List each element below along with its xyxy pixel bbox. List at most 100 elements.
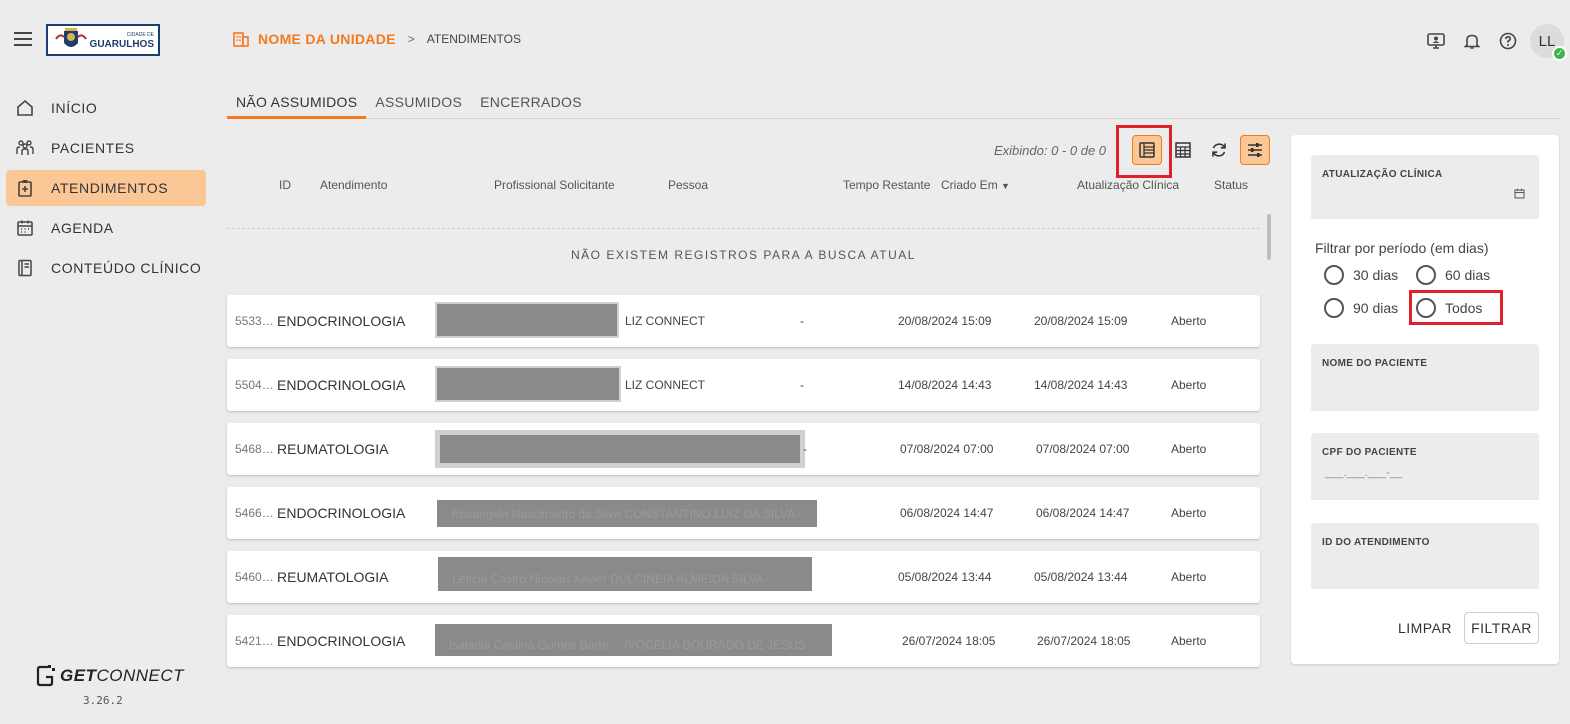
row-id: 5466…: [235, 506, 274, 520]
row-criado-em: 14/08/2024 14:43: [898, 378, 992, 392]
radio-90-dias[interactable]: 90 dias: [1324, 298, 1398, 318]
empty-message: NÃO EXISTEM REGISTROS PARA A BUSCA ATUAL: [571, 248, 916, 262]
scrollbar[interactable]: [1267, 214, 1271, 260]
building-icon: [233, 32, 249, 47]
sliders-icon: [1248, 143, 1262, 157]
tab-nao-assumidos[interactable]: NÃO ASSUMIDOS: [227, 88, 367, 119]
app-version: 3.26.2: [83, 694, 123, 707]
redacted-text: Isabella Cristina Gomes Barre… IVOCELIA …: [449, 638, 814, 652]
table-row[interactable]: 5421… ENDOCRINOLOGIA Isabella Cristina G…: [227, 615, 1260, 667]
row-status: Aberto: [1171, 378, 1207, 392]
column-header-criado-em[interactable]: Criado Em ▼: [941, 178, 1010, 192]
row-atualizacao: 07/08/2024 07:00: [1036, 442, 1130, 456]
table-row[interactable]: 5533… ENDOCRINOLOGIA LIZ CONNECT - 20/08…: [227, 295, 1260, 347]
help-icon: [1499, 32, 1517, 50]
column-header-status[interactable]: Status: [1214, 178, 1248, 192]
pagination-summary: Exibindo: 0 - 0 de 0: [994, 143, 1107, 158]
city-logo: CIDADE DE GUARULHOS: [46, 24, 160, 56]
redaction-block: Isabella Cristina Gomes Barre… IVOCELIA …: [435, 624, 832, 656]
calendar-icon[interactable]: [1514, 188, 1525, 199]
column-header-profissional[interactable]: Profissional Solicitante: [494, 178, 615, 192]
column-header-pessoa[interactable]: Pessoa: [668, 178, 708, 192]
row-id: 5468…: [235, 442, 274, 456]
help-button[interactable]: [1490, 25, 1526, 57]
unit-name[interactable]: NOME DA UNIDADE: [258, 31, 396, 47]
redacted-text: Letícia Castro Nicolau Xavier DULCINEIA …: [452, 572, 771, 586]
sidebar-item-pacientes[interactable]: PACIENTES: [6, 130, 206, 166]
id-atendimento-field[interactable]: ID DO ATENDIMENTO: [1311, 523, 1539, 589]
radio-circle: [1324, 265, 1344, 285]
refresh-button[interactable]: [1204, 135, 1234, 165]
sidebar-item-label: ATENDIMENTOS: [51, 180, 169, 196]
row-atendimento: ENDOCRINOLOGIA: [277, 313, 406, 329]
row-id: 5533…: [235, 314, 274, 328]
tab-encerrados[interactable]: ENCERRADOS: [471, 88, 591, 118]
column-header-atualizacao[interactable]: Atualização Clínica: [1077, 178, 1179, 192]
notifications-button[interactable]: [1454, 25, 1490, 57]
filter-toggle-button[interactable]: [1240, 135, 1270, 165]
row-tempo-restante: -: [800, 314, 804, 328]
field-label: CPF DO PACIENTE: [1322, 447, 1417, 458]
redaction-block: Letícia Castro Nicolau Xavier DULCINEIA …: [438, 557, 812, 591]
row-atualizacao: 26/07/2024 18:05: [1037, 634, 1131, 648]
clear-button[interactable]: LIMPAR: [1391, 613, 1459, 643]
radio-circle: [1324, 298, 1344, 318]
telemedicine-button[interactable]: [1418, 25, 1454, 57]
refresh-icon: [1212, 143, 1226, 157]
sidebar-item-inicio[interactable]: INÍCIO: [6, 90, 206, 126]
crest-icon: [55, 28, 87, 47]
row-tempo-restante: -: [800, 378, 804, 392]
filter-panel: ATUALIZAÇÃO CLÍNICA Filtrar por período …: [1291, 135, 1559, 664]
column-header-tempo-restante[interactable]: Tempo Restante: [843, 178, 930, 192]
radio-circle: [1416, 265, 1436, 285]
field-label: ATUALIZAÇÃO CLÍNICA: [1322, 169, 1443, 180]
row-atendimento: ENDOCRINOLOGIA: [277, 377, 406, 393]
menu-icon[interactable]: [14, 32, 32, 46]
sidebar-item-agenda[interactable]: AGENDA: [6, 210, 206, 246]
table-row[interactable]: 5504… ENDOCRINOLOGIA LIZ CONNECT - 14/08…: [227, 359, 1260, 411]
online-check-icon: ✓: [1552, 46, 1567, 61]
redaction-block: [435, 430, 805, 468]
row-pessoa: LIZ CONNECT: [625, 314, 706, 328]
redaction-block: Rosangela Nascimento da Silva CONSTANTIN…: [437, 500, 817, 527]
tab-assumidos[interactable]: ASSUMIDOS: [366, 88, 471, 118]
highlight-box: [1116, 125, 1172, 178]
row-atendimento: ENDOCRINOLOGIA: [277, 633, 406, 649]
column-header-id[interactable]: ID: [279, 178, 291, 192]
breadcrumb-separator: >: [407, 32, 415, 46]
grid-view-button[interactable]: [1168, 135, 1198, 165]
sidebar-item-conteudo-clinico[interactable]: CONTEÚDO CLÍNICO: [6, 250, 206, 286]
getconnect-logo: GETCONNECT: [36, 664, 184, 688]
field-label: ID DO ATENDIMENTO: [1322, 537, 1430, 548]
cpf-placeholder: ___.___.___-__: [1325, 467, 1403, 479]
row-status: Aberto: [1171, 314, 1207, 328]
sidebar-item-atendimentos[interactable]: ATENDIMENTOS: [6, 170, 206, 206]
table-row[interactable]: 5466… ENDOCRINOLOGIA Rosangela Nasciment…: [227, 487, 1260, 539]
table-row[interactable]: 5460… REUMATOLOGIA Letícia Castro Nicola…: [227, 551, 1260, 603]
column-header-atendimento[interactable]: Atendimento: [320, 178, 387, 192]
row-id: 5460…: [235, 570, 274, 584]
book-icon: [18, 259, 32, 277]
row-atualizacao: 14/08/2024 14:43: [1034, 378, 1128, 392]
cpf-paciente-field[interactable]: CPF DO PACIENTE ___.___.___-__: [1311, 433, 1539, 500]
monitor-user-icon: [1427, 33, 1445, 49]
highlight-box: [1409, 290, 1503, 325]
radio-30-dias[interactable]: 30 dias: [1324, 265, 1398, 285]
nome-paciente-field[interactable]: NOME DO PACIENTE: [1311, 344, 1539, 411]
row-atendimento: ENDOCRINOLOGIA: [277, 505, 406, 521]
getconnect-logo-icon: [36, 665, 55, 687]
radio-60-dias[interactable]: 60 dias: [1416, 265, 1490, 285]
sidebar-item-label: PACIENTES: [51, 140, 135, 156]
redaction-block: [435, 302, 619, 338]
row-atendimento: REUMATOLOGIA: [277, 569, 389, 585]
tab-bar: NÃO ASSUMIDOS ASSUMIDOS ENCERRADOS: [227, 88, 1561, 119]
row-pessoa: LIZ CONNECT: [625, 378, 706, 392]
avatar[interactable]: LL ✓: [1530, 24, 1567, 61]
row-status: Aberto: [1171, 570, 1207, 584]
filter-button[interactable]: FILTRAR: [1464, 612, 1539, 644]
row-atualizacao: 06/08/2024 14:47: [1036, 506, 1130, 520]
redaction-block: [435, 366, 621, 402]
row-atualizacao: 05/08/2024 13:44: [1034, 570, 1128, 584]
table-row[interactable]: 5468… REUMATOLOGIA - 07/08/2024 07:00 07…: [227, 423, 1260, 475]
atualizacao-clinica-field[interactable]: ATUALIZAÇÃO CLÍNICA: [1311, 155, 1539, 219]
